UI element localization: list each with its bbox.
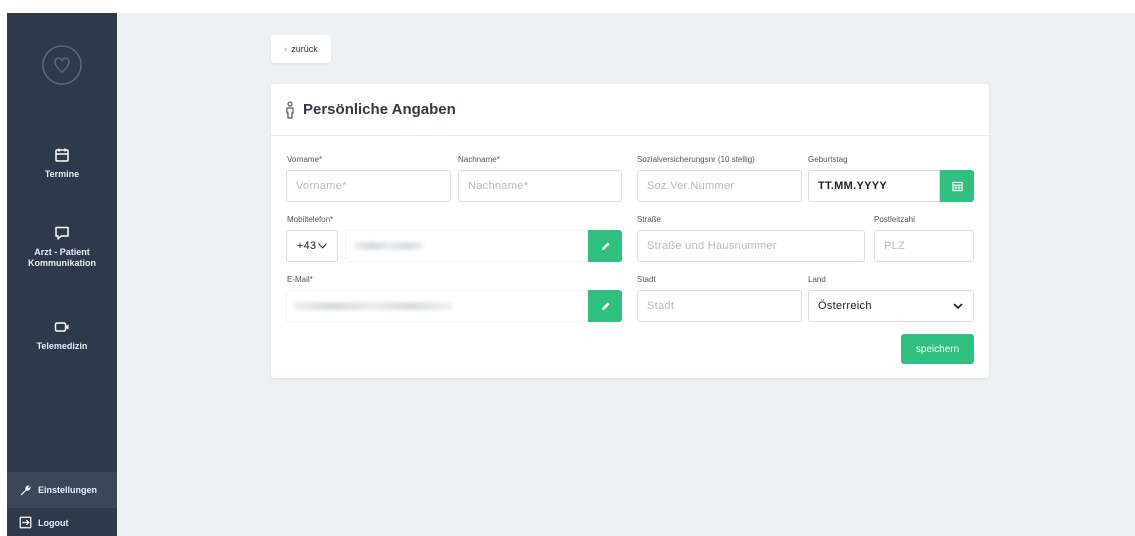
page-title: Persönliche Angaben xyxy=(303,101,456,118)
app-logo-icon xyxy=(42,45,82,85)
sidebar: Termine Arzt - Patient Kommunikation Tel… xyxy=(7,13,117,536)
land-label: Land xyxy=(808,275,826,284)
pencil-icon xyxy=(601,301,610,310)
strasse-label: Straße xyxy=(637,215,662,224)
calendar-picker-button[interactable] xyxy=(940,170,974,202)
vorname-input[interactable]: Vorname* xyxy=(286,170,451,202)
strasse-input[interactable]: Straße und Hausnummer xyxy=(637,230,865,262)
country-code-select[interactable]: +43 xyxy=(286,230,338,262)
chat-icon xyxy=(55,226,69,240)
plz-label: Postleitzahl xyxy=(874,215,915,224)
svnr-label: Sozialversicherungsnr (10 stellig) xyxy=(637,155,755,164)
plz-input[interactable]: PLZ xyxy=(874,230,974,262)
calendar-icon xyxy=(55,148,69,162)
sidebar-item-kommunikation[interactable]: Arzt - Patient Kommunikation xyxy=(7,225,117,269)
logout-icon xyxy=(19,516,32,529)
calendar-grid-icon xyxy=(951,181,963,191)
video-icon xyxy=(54,322,69,332)
land-value: Österreich xyxy=(818,300,872,312)
card-header: Persönliche Angaben xyxy=(271,84,989,136)
back-button-label: zurück xyxy=(291,44,318,54)
sidebar-item-telemedizin[interactable]: Telemedizin xyxy=(7,319,117,352)
email-input[interactable] xyxy=(286,290,588,322)
mobil-value-redacted xyxy=(354,242,424,250)
nachname-label: Nachname* xyxy=(458,155,500,164)
chevron-down-icon xyxy=(953,303,963,309)
vorname-label: Vorname* xyxy=(287,155,323,164)
mobil-input[interactable] xyxy=(345,230,588,262)
geburtstag-input[interactable]: TT.MM.YYYY xyxy=(808,170,940,202)
sidebar-item-termine[interactable]: Termine xyxy=(7,147,117,180)
edit-mobil-button[interactable] xyxy=(588,230,622,262)
personal-data-card: Persönliche Angaben Vorname* Vorname* Na… xyxy=(271,84,989,378)
sidebar-item-label: Telemedizin xyxy=(36,341,88,351)
email-label: E-Mail* xyxy=(287,275,313,284)
sidebar-item-label: Logout xyxy=(38,517,69,528)
land-select[interactable]: Österreich xyxy=(808,290,974,322)
back-button[interactable]: ‹ zurück xyxy=(271,35,331,63)
mobil-label: Mobiltelefon* xyxy=(287,215,334,224)
sidebar-item-logout[interactable]: Logout xyxy=(7,509,117,536)
country-code-value: +43 xyxy=(296,240,317,252)
sidebar-item-label: Arzt - Patient Kommunikation xyxy=(27,247,96,268)
pencil-icon xyxy=(601,241,610,250)
stadt-input[interactable]: Stadt xyxy=(637,290,802,322)
stadt-label: Stadt xyxy=(637,275,656,284)
nachname-input[interactable]: Nachname* xyxy=(458,170,622,202)
email-value-redacted xyxy=(293,302,453,310)
wrench-icon xyxy=(20,484,31,495)
sidebar-item-label: Einstellungen xyxy=(38,485,98,495)
edit-email-button[interactable] xyxy=(588,290,622,322)
save-button[interactable]: speichern xyxy=(901,334,974,364)
person-icon xyxy=(286,100,294,119)
sidebar-item-label: Termine xyxy=(44,169,80,179)
chevron-left-icon: ‹ xyxy=(284,44,288,54)
chevron-down-icon xyxy=(318,243,328,249)
main-content: ‹ zurück Persönliche Angaben Vorname* Vo… xyxy=(117,13,1135,536)
sidebar-item-einstellungen[interactable]: Einstellungen xyxy=(7,472,117,508)
geburtstag-label: Geburtstag xyxy=(808,155,848,164)
svnr-input[interactable]: Soz.Ver.Nummer xyxy=(637,170,802,202)
